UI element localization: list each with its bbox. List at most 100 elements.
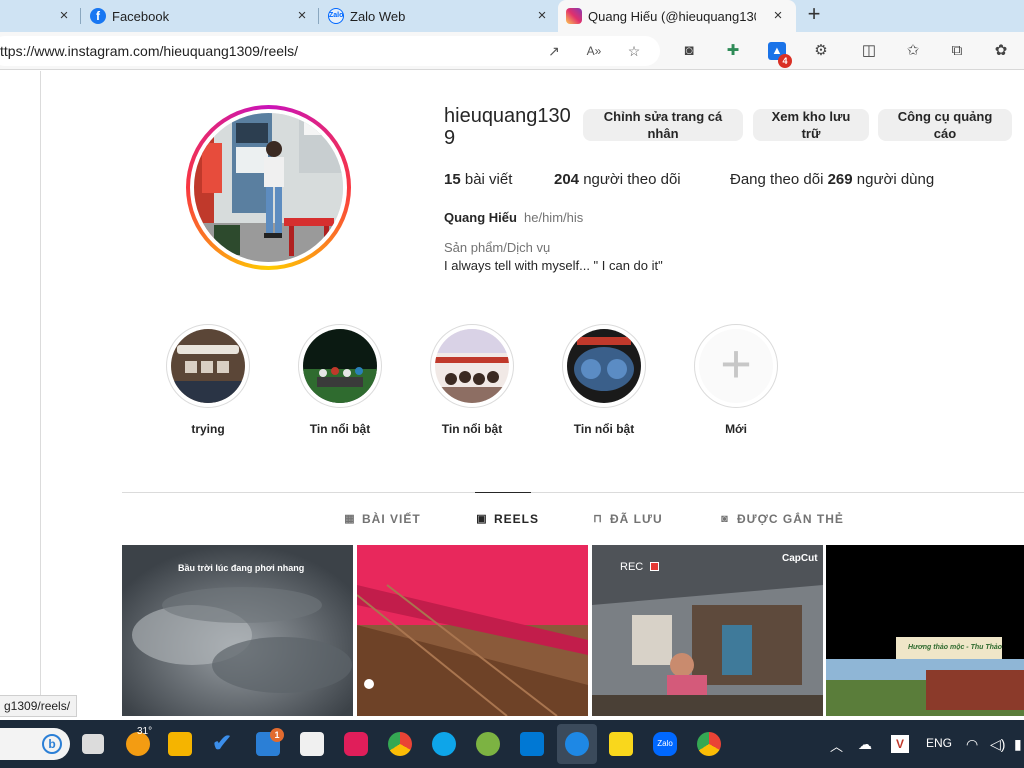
browser-tab-strip: × f Facebook × Zalo Zalo Web × Quang Hiế… bbox=[0, 0, 1024, 32]
extensions-puzzle-icon[interactable]: ⚙ bbox=[812, 42, 830, 60]
profile-avatar[interactable] bbox=[186, 105, 351, 270]
onedrive-icon[interactable]: ☁ bbox=[858, 736, 872, 753]
ad-tools-label: Công cụ quảng cáo bbox=[897, 109, 993, 141]
slack-icon[interactable] bbox=[344, 732, 368, 756]
avatar-photo bbox=[194, 113, 343, 262]
highlight-image bbox=[171, 329, 245, 403]
tab-close-icon[interactable]: × bbox=[56, 8, 72, 24]
view-archive-button[interactable]: Xem kho lưu trữ bbox=[753, 109, 869, 141]
chrome-profile-icon[interactable] bbox=[697, 732, 721, 756]
ad-tools-button[interactable]: Công cụ quảng cáo bbox=[878, 109, 1012, 141]
todo-icon[interactable]: ✔ bbox=[212, 732, 236, 756]
reel-thumbnail[interactable]: Bầu trời lúc đang phơi nhang bbox=[122, 545, 353, 716]
language-indicator[interactable]: ENG bbox=[926, 736, 952, 750]
record-icon bbox=[650, 562, 659, 571]
vscode-icon[interactable] bbox=[520, 732, 544, 756]
collections-icon[interactable]: ⧉ bbox=[948, 42, 966, 60]
followers-stat[interactable]: 204 người theo dõi bbox=[554, 171, 681, 188]
store-icon[interactable] bbox=[300, 732, 324, 756]
read-aloud-icon[interactable]: A» bbox=[586, 43, 602, 59]
followers-count: 204 bbox=[554, 171, 580, 188]
tab-reels-label: REELS bbox=[494, 512, 540, 526]
zalo-taskbar-icon[interactable]: Zalo bbox=[653, 732, 677, 756]
tab-close-icon[interactable]: × bbox=[534, 8, 550, 24]
grid-icon: ▦ bbox=[344, 513, 356, 525]
tab-previous[interactable]: × bbox=[0, 0, 80, 32]
highlight-image bbox=[303, 329, 377, 403]
tab-close-icon[interactable]: × bbox=[770, 8, 786, 24]
highlight-label: trying bbox=[191, 422, 225, 436]
tab-separator bbox=[80, 8, 81, 24]
status-bar-url: g1309/reels/ bbox=[0, 695, 78, 717]
following-prefix: Đang theo dõi bbox=[730, 171, 824, 188]
tab-posts[interactable]: ▦ BÀI VIẾT bbox=[344, 512, 421, 526]
zalo-icon: Zalo bbox=[328, 8, 344, 24]
posts-stat: 15 bài viết bbox=[444, 171, 512, 188]
avatar-image bbox=[194, 113, 343, 262]
chrome-icon[interactable] bbox=[388, 732, 412, 756]
highlight-label: Tin nổi bật bbox=[309, 422, 371, 436]
tab-title: Facebook bbox=[112, 9, 170, 24]
tab-close-icon[interactable]: × bbox=[294, 8, 310, 24]
reel-thumbnail[interactable] bbox=[357, 545, 588, 716]
reel-image bbox=[826, 545, 1024, 716]
tab-reels[interactable]: ▣ REELS bbox=[476, 512, 539, 526]
split-screen-icon[interactable]: ◫ bbox=[860, 42, 878, 60]
highlight-cover bbox=[567, 329, 641, 403]
capcut-badge: CapCut bbox=[782, 553, 818, 564]
view-archive-label: Xem kho lưu trữ bbox=[771, 109, 851, 141]
chevron-up-icon[interactable]: ︿ bbox=[830, 736, 843, 755]
open-in-app-icon[interactable]: ↗ bbox=[546, 43, 562, 59]
volume-icon[interactable]: ◁) bbox=[990, 736, 1005, 753]
extension-green-icon[interactable]: ✚ bbox=[724, 42, 742, 60]
following-label: người dùng bbox=[856, 171, 935, 188]
plus-icon: + bbox=[699, 329, 773, 403]
tab-tagged[interactable]: ◙ ĐƯỢC GẮN THẺ bbox=[719, 512, 844, 526]
reels-icon: ▣ bbox=[476, 513, 488, 525]
following-stat[interactable]: Đang theo dõi 269 người dùng bbox=[730, 171, 934, 188]
task-view-icon[interactable] bbox=[82, 734, 104, 754]
edge-dev-icon[interactable] bbox=[565, 732, 589, 756]
taskbar-search[interactable]: b bbox=[0, 728, 70, 760]
bookmark-icon: ⊓ bbox=[593, 513, 603, 525]
reel-caption: Hương thảo mộc - Thu Thảo bbox=[908, 644, 1003, 651]
edge-icon[interactable] bbox=[432, 732, 456, 756]
sidebar-border bbox=[40, 71, 41, 716]
tab-saved-label: ĐÃ LƯU bbox=[610, 512, 663, 526]
new-tab-button[interactable]: + bbox=[803, 3, 825, 26]
tab-zalo[interactable]: Zalo Zalo Web × bbox=[320, 0, 556, 32]
sticky-notes-icon[interactable] bbox=[609, 732, 633, 756]
favorites-icon[interactable]: ✩ bbox=[904, 42, 922, 60]
highlight-image bbox=[435, 329, 509, 403]
favorite-star-icon[interactable]: ☆ bbox=[626, 43, 642, 59]
reel-thumbnail[interactable]: REC CapCut bbox=[592, 545, 823, 716]
tab-instagram[interactable]: Quang Hiếu (@hieuquang1309) × bbox=[558, 0, 796, 32]
antivirus-icon[interactable]: V bbox=[891, 735, 909, 753]
url-text[interactable]: ttps://www.instagram.com/hieuquang1309/r… bbox=[0, 43, 298, 59]
wifi-icon[interactable]: ◠ bbox=[966, 736, 978, 753]
highlight-cover bbox=[171, 329, 245, 403]
reel-thumbnail[interactable]: Hương thảo mộc - Thu Thảo bbox=[826, 545, 1024, 716]
edit-profile-button[interactable]: Chỉnh sửa trang cá nhân bbox=[583, 109, 743, 141]
performance-icon[interactable]: ✿ bbox=[992, 42, 1010, 60]
tab-title: Quang Hiếu (@hieuquang1309) bbox=[588, 9, 756, 24]
tab-saved[interactable]: ⊓ ĐÃ LƯU bbox=[592, 512, 663, 526]
profile-bio: I always tell with myself... " I can do … bbox=[444, 258, 663, 273]
tab-facebook[interactable]: f Facebook × bbox=[82, 0, 318, 32]
coccoc-icon[interactable] bbox=[476, 732, 500, 756]
reel-image bbox=[357, 545, 588, 716]
profile-username: hieuquang1309 bbox=[444, 105, 571, 149]
facebook-icon: f bbox=[90, 8, 106, 24]
camera-icon[interactable]: ◙ bbox=[680, 42, 698, 60]
reel-rec-label: REC bbox=[620, 561, 644, 573]
file-explorer-icon[interactable] bbox=[168, 732, 192, 756]
tagged-icon: ◙ bbox=[721, 513, 729, 525]
address-bar[interactable]: ttps://www.instagram.com/hieuquang1309/r… bbox=[0, 36, 660, 66]
profile-full-name: Quang Hiếu bbox=[444, 210, 517, 225]
posts-label: bài viết bbox=[464, 171, 513, 188]
highlight-image bbox=[567, 329, 641, 403]
tabs-divider bbox=[122, 492, 1024, 493]
highlight-cover bbox=[435, 329, 509, 403]
reel-caption: Bầu trời lúc đang phơi nhang bbox=[178, 563, 305, 573]
battery-icon[interactable]: ▮ bbox=[1014, 736, 1022, 753]
